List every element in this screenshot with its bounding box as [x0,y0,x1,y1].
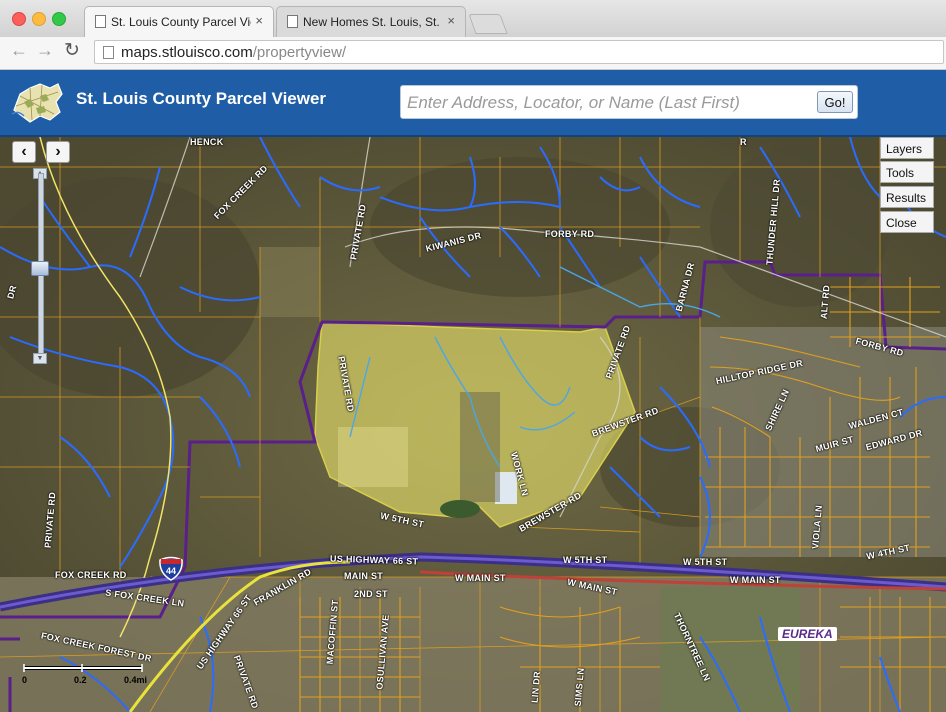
results-button[interactable]: Results [880,186,934,208]
url-host: maps.stlouisco.com [121,44,253,61]
zoom-slider-thumb[interactable] [31,261,49,276]
go-button[interactable]: Go! [817,91,853,113]
street-label: W MAIN ST [730,575,781,585]
previous-extent-button[interactable]: ‹ [12,141,36,163]
close-panel-button[interactable]: Close [880,211,934,233]
street-label: W MAIN ST [455,573,506,583]
forward-arrow-icon[interactable]: → [36,40,54,61]
search-box: Go! [400,85,858,119]
close-tab-icon[interactable]: × [255,13,263,28]
street-label: 2ND ST [354,589,388,599]
scale-label-2: 0.4mi [124,675,147,685]
scale-bar: 0 0.2 0.4mi [16,662,156,691]
reload-icon[interactable]: ↻ [64,39,80,62]
back-arrow-icon[interactable]: ← [10,40,28,61]
tools-button[interactable]: Tools [880,161,934,183]
browser-tab-new-homes[interactable]: New Homes St. Louis, St. C × [276,6,466,37]
street-label: HENCK [190,137,224,147]
street-label: MAIN ST [344,571,384,581]
new-tab-button[interactable] [468,14,508,34]
aerial-basemap [0,137,946,712]
page-icon [103,46,114,59]
street-label: R [740,137,747,147]
zoom-window-button[interactable] [52,12,66,26]
street-label: FOX CREEK RD [55,570,127,580]
street-label: W 5TH ST [563,555,608,565]
browser-tab-bar: St. Louis County Parcel Vie × New Homes … [0,0,946,38]
close-tab-icon[interactable]: × [447,13,455,28]
tab-title: New Homes St. Louis, St. C [303,15,443,29]
layers-button[interactable]: Layers [880,137,934,159]
zoom-out-button[interactable]: ▼ [33,353,47,364]
street-label: FORBY RD [545,229,595,239]
interstate-number: 44 [166,566,176,576]
address-bar[interactable]: maps.stlouisco.com/propertyview/ [94,40,944,64]
minimize-window-button[interactable] [32,12,46,26]
next-extent-button[interactable]: › [46,141,70,163]
county-map-logo-icon [11,83,63,123]
app-title: St. Louis County Parcel Viewer [76,89,327,108]
page-icon [95,15,106,28]
scale-label-1: 0.2 [74,675,87,685]
map-view[interactable]: HENCK FOX CREEK RD PRIVATE RD KIWANIS DR… [0,137,946,712]
browser-toolbar: ← → ↻ maps.stlouisco.com/propertyview/ [0,37,946,70]
city-label: EUREKA [778,627,837,641]
app-header: St. Louis County Parcel Viewer Go! [0,70,946,137]
browser-tab-parcel-viewer[interactable]: St. Louis County Parcel Vie × [84,6,274,37]
close-window-button[interactable] [12,12,26,26]
url-path: /propertyview/ [252,44,347,61]
tab-title: St. Louis County Parcel Vie [111,15,251,29]
page-icon [287,15,298,28]
scale-label-0: 0 [22,675,27,685]
interstate-shield-icon: 44 [159,556,183,581]
scale-bar-graphic: 0 0.2 0.4mi [22,664,147,685]
street-label: W 5TH ST [683,557,728,567]
url-text[interactable]: maps.stlouisco.com/propertyview/ [121,44,346,61]
search-input[interactable] [405,89,809,117]
